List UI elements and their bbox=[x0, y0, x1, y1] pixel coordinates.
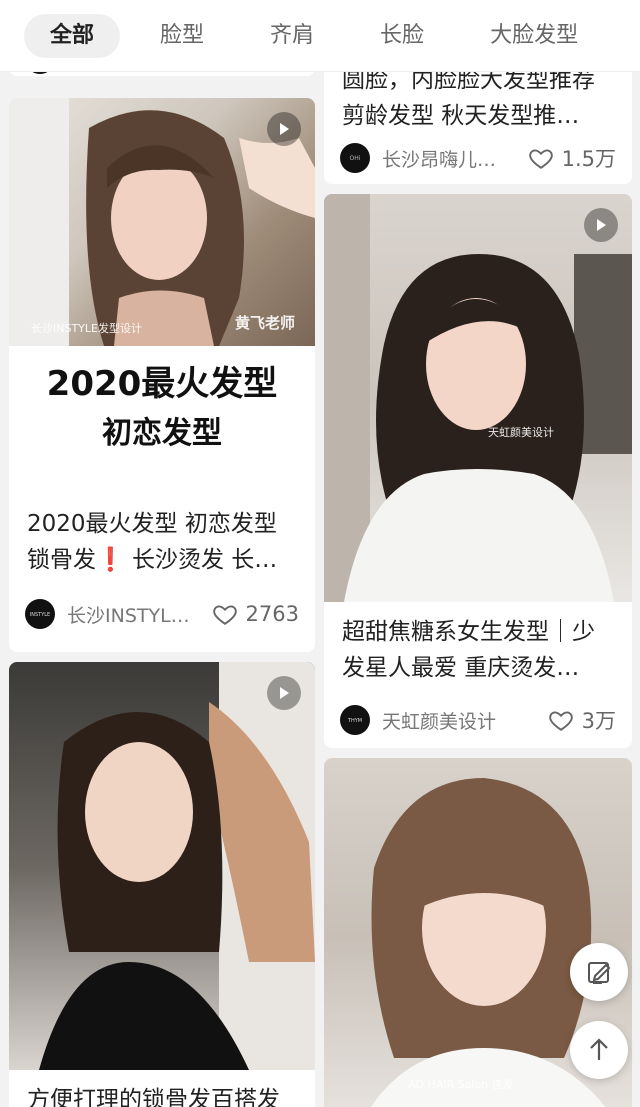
svg-text:THYM: THYM bbox=[347, 718, 362, 724]
cover-text-line1: 2020最火发型 bbox=[46, 364, 278, 404]
like-count: 2763 bbox=[245, 602, 299, 626]
card-partial-left[interactable] bbox=[9, 72, 315, 76]
card-title: 方便打理的锁骨发百搭发 bbox=[27, 1087, 280, 1107]
svg-text:OHi: OHi bbox=[350, 155, 361, 162]
watermark-brand: 天虹颜美设计 bbox=[488, 426, 554, 439]
like-button[interactable]: 1.5万 bbox=[528, 143, 616, 173]
avatar bbox=[25, 72, 55, 74]
cover-text-line2: 初恋发型 bbox=[102, 416, 222, 451]
author-name[interactable]: 长沙INSTYL… bbox=[67, 601, 212, 628]
heart-icon bbox=[212, 605, 237, 625]
author-name[interactable]: 天虹颜美设计 bbox=[382, 707, 548, 734]
compose-note-button[interactable] bbox=[570, 943, 628, 1001]
note-card[interactable]: 天虹颜美设计 超甜焦糖系女生发型｜少发星人最爱 重庆烫发… THYM 天虹颜美设… bbox=[324, 194, 632, 748]
scroll-to-top-button[interactable] bbox=[570, 1021, 628, 1079]
tab-shoulder-length[interactable]: 齐肩 bbox=[244, 14, 340, 58]
arrow-up-icon bbox=[590, 1038, 608, 1060]
play-icon bbox=[584, 208, 618, 242]
note-card[interactable]: 方便打理的锁骨发百搭发 bbox=[9, 662, 315, 1107]
card-title: 2020最火发型 初恋发型 锁骨发❗ 长沙烫发 长… bbox=[27, 511, 278, 573]
card-image bbox=[9, 662, 315, 1070]
watermark-brand: AD HAIR Salon 佳发 bbox=[408, 1078, 514, 1091]
category-tabs: 全部 脸型 齐肩 长脸 大脸发型 bbox=[0, 0, 640, 72]
svg-text:INSTYLE: INSTYLE bbox=[30, 612, 50, 618]
tab-long-face[interactable]: 长脸 bbox=[354, 14, 450, 58]
avatar[interactable]: OHi bbox=[340, 143, 370, 173]
like-count: 3万 bbox=[581, 709, 616, 733]
like-button[interactable]: 3万 bbox=[548, 705, 616, 735]
heart-icon bbox=[528, 149, 553, 169]
hair-portrait-illustration bbox=[324, 194, 632, 602]
tab-all[interactable]: 全部 bbox=[24, 13, 121, 58]
card-image: 长沙INSTYLE发型设计 黄飞老师 bbox=[9, 98, 315, 346]
like-count: 1.5万 bbox=[561, 147, 616, 171]
waterfall-feed: 圆脸，内脸脸大发型推荐 剪龄发型 秋天发型推… OHi 长沙昂嗨儿… 1.5万 bbox=[0, 72, 640, 1107]
card-meta: OHi 长沙昂嗨儿… 1.5万 bbox=[324, 138, 632, 178]
card-partial-right[interactable]: 圆脸，内脸脸大发型推荐 剪龄发型 秋天发型推… OHi 长沙昂嗨儿… 1.5万 bbox=[324, 72, 632, 184]
watermark-name: 黄飞老师 bbox=[234, 314, 295, 332]
tab-face-shape[interactable]: 脸型 bbox=[134, 14, 230, 58]
cover-text-block: 2020最火发型 初恋发型 bbox=[9, 346, 315, 506]
avatar[interactable]: INSTYLE bbox=[25, 599, 55, 629]
heart-icon bbox=[548, 711, 573, 731]
author-name[interactable]: 长沙昂嗨儿… bbox=[382, 145, 528, 172]
hair-portrait-illustration bbox=[39, 662, 315, 1070]
avatar[interactable]: THYM bbox=[340, 705, 370, 735]
card-image: 天虹颜美设计 bbox=[324, 194, 632, 602]
card-meta: THYM 天虹颜美设计 3万 bbox=[324, 700, 632, 740]
edit-icon bbox=[588, 962, 611, 984]
card-meta: INSTYLE 长沙INSTYL… 2763 bbox=[9, 594, 315, 634]
play-icon bbox=[267, 112, 301, 146]
tab-big-face-hairstyle[interactable]: 大脸发型 bbox=[464, 14, 604, 58]
card-title: 超甜焦糖系女生发型｜少发星人最爱 重庆烫发… bbox=[342, 619, 595, 681]
note-card[interactable]: 长沙INSTYLE发型设计 黄飞老师 2020最火发型 初恋发型 2020最火发… bbox=[9, 98, 315, 652]
card-title: 圆脸，内脸脸大发型推荐 剪龄发型 秋天发型推… bbox=[342, 72, 595, 129]
like-button[interactable]: 2763 bbox=[212, 601, 299, 627]
play-icon bbox=[267, 676, 301, 710]
watermark-brand: 长沙INSTYLE发型设计 bbox=[31, 322, 142, 335]
